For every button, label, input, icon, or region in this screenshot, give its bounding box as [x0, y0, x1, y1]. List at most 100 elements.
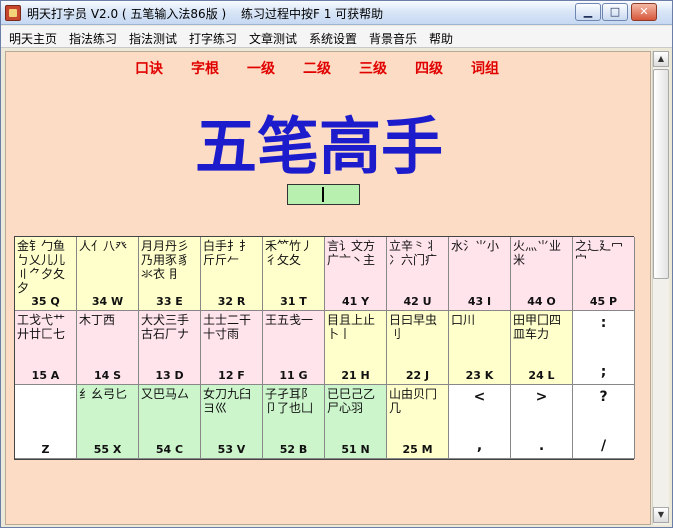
menu-help[interactable]: 帮助 [429, 30, 453, 47]
nav-level-2[interactable]: 二级 [303, 58, 331, 78]
key-roots: 立辛⺀丬冫六门疒 [389, 239, 438, 267]
key-code: 55 X [93, 443, 122, 456]
key-code: 45 P [589, 295, 618, 308]
key-code: 35 Q [31, 295, 60, 308]
menu-home[interactable]: 明天主页 [9, 30, 57, 47]
main-panel: 口诀 字根 一级 二级 三级 四级 词组 五笔高手 金钅勹鱼ㄅ乂儿儿〢⺈夕夂夕 3… [5, 51, 651, 525]
key-row3-2[interactable]: 又巴马厶 54 C [139, 385, 201, 459]
key-row1-7[interactable]: 水氵⺌小 43 I [449, 237, 511, 311]
key-code: 14 S [93, 369, 122, 382]
key-row3-5[interactable]: 已巳己乙尸心羽 51 N [325, 385, 387, 459]
key-roots: 口川 [451, 313, 476, 327]
text-caret [322, 187, 324, 202]
key-row2-0[interactable]: 工戈弋艹廾廿匚七 15 A [15, 311, 77, 385]
key-row2-7[interactable]: 口川 23 K [449, 311, 511, 385]
key-code: Z [41, 443, 50, 456]
key-code: 51 N [341, 443, 370, 456]
key-roots: 又巴马厶 [141, 387, 190, 401]
key-roots: 纟幺弓匕 [79, 387, 128, 401]
maximize-button[interactable]: □ [602, 3, 628, 21]
key-row2-9[interactable]: :; [573, 311, 635, 385]
key-row2-5[interactable]: 目且上止卜丨 21 H [325, 311, 387, 385]
key-row1-6[interactable]: 立辛⺀丬冫六门疒 42 U [387, 237, 449, 311]
key-row2-2[interactable]: 大犬三手古石厂ナ 13 D [139, 311, 201, 385]
menu-typing-practice[interactable]: 打字练习 [189, 30, 237, 47]
key-code: 41 Y [341, 295, 370, 308]
help-tip: 练习过程中按F 1 可获帮助 [241, 7, 384, 21]
key-code: 13 D [155, 369, 184, 382]
scroll-thumb[interactable] [653, 69, 669, 279]
title-bar[interactable]: 明天打字员 V2.0 ( 五笔输入法86版 ) 练习过程中按F 1 可获帮助 ▁… [1, 1, 672, 25]
key-row1-8[interactable]: 火灬⺌业米 44 O [511, 237, 573, 311]
key-roots: 禾⺮竹丿彳攵夂 [265, 239, 314, 267]
key-row3-6[interactable]: 山由贝冂几 25 M [387, 385, 449, 459]
menu-article-test[interactable]: 文章测试 [249, 30, 297, 47]
key-row3-4[interactable]: 子孑耳阝卩了也凵 52 B [263, 385, 325, 459]
scroll-up-button[interactable]: ▲ [653, 51, 669, 67]
key-code: 22 J [405, 369, 430, 382]
key-code: 44 O [527, 295, 556, 308]
key-code: 34 W [91, 295, 124, 308]
key-row2-1[interactable]: 木丁西 14 S [77, 311, 139, 385]
key-code: 23 K [465, 369, 494, 382]
close-button[interactable]: ✕ [631, 3, 657, 21]
key-roots: 目且上止卜丨 [327, 313, 376, 341]
key-roots: 工戈弋艹廾廿匚七 [17, 313, 66, 341]
key-symbol-shift: ? [599, 389, 608, 405]
key-code: 15 A [31, 369, 60, 382]
key-roots: 水氵⺌小 [451, 239, 500, 253]
nav-zigen[interactable]: 字根 [191, 58, 219, 78]
menu-settings[interactable]: 系统设置 [309, 30, 357, 47]
nav-phrases[interactable]: 词组 [471, 58, 499, 78]
key-code: 12 F [218, 369, 245, 382]
menu-bar: 明天主页 指法练习 指法测试 打字练习 文章测试 系统设置 背景音乐 帮助 [1, 26, 672, 48]
key-row1-4[interactable]: 禾⺮竹丿彳攵夂 31 T [263, 237, 325, 311]
key-row1-5[interactable]: 言讠文方广亠丶主 41 Y [325, 237, 387, 311]
menu-background-music[interactable]: 背景音乐 [369, 30, 417, 47]
key-row3-1[interactable]: 纟幺弓匕 55 X [77, 385, 139, 459]
key-row1-2[interactable]: 月月丹彡乃用豕豸氺衣 ⺝ 33 E [139, 237, 201, 311]
key-row3-7[interactable]: <, [449, 385, 511, 459]
wubi-keyboard: 金钅勹鱼ㄅ乂儿儿〢⺈夕夂夕 35 Q 人亻八癶 34 W 月月丹彡乃用豕豸氺衣 ⺝ 33 … [14, 236, 635, 460]
key-row2-6[interactable]: 日曰早虫刂 22 J [387, 311, 449, 385]
vertical-scrollbar[interactable]: ▲ ▼ [652, 51, 669, 525]
key-row1-0[interactable]: 金钅勹鱼ㄅ乂儿儿〢⺈夕夂夕 35 Q [15, 237, 77, 311]
menu-fingering-practice[interactable]: 指法练习 [69, 30, 117, 47]
key-symbol-shift: < [473, 389, 486, 405]
window-title: 明天打字员 V2.0 ( 五笔输入法86版 ) [27, 7, 227, 21]
minimize-button[interactable]: ▁ [575, 3, 601, 21]
key-symbol-shift: : [600, 315, 607, 331]
key-roots: 木丁西 [79, 313, 116, 327]
key-code: 52 B [279, 443, 308, 456]
key-row3-0[interactable]: Z [15, 385, 77, 459]
nav-level-4[interactable]: 四级 [415, 58, 443, 78]
nav-koujue[interactable]: 口诀 [135, 58, 163, 78]
app-icon[interactable] [5, 5, 21, 21]
scroll-down-button[interactable]: ▼ [653, 507, 669, 523]
key-roots: 田甲囗四皿车力 [513, 313, 562, 341]
key-code: 42 U [403, 295, 432, 308]
key-row3-8[interactable]: >. [511, 385, 573, 459]
key-roots: 日曰早虫刂 [389, 313, 438, 341]
key-row3-9[interactable]: ? / [573, 385, 635, 459]
key-roots: 白手扌⺘斤斤𠂉 [203, 239, 252, 267]
key-roots: 言讠文方广亠丶主 [327, 239, 376, 267]
key-row2-8[interactable]: 田甲囗四皿车力 24 L [511, 311, 573, 385]
key-row1-1[interactable]: 人亻八癶 34 W [77, 237, 139, 311]
nav-level-3[interactable]: 三级 [359, 58, 387, 78]
menu-fingering-test[interactable]: 指法测试 [129, 30, 177, 47]
key-row1-9[interactable]: 之辶廴冖宀 45 P [573, 237, 635, 311]
key-code: 21 H [341, 369, 370, 382]
key-row1-3[interactable]: 白手扌⺘斤斤𠂉 32 R [201, 237, 263, 311]
key-row2-4[interactable]: 王五戋一 11 G [263, 311, 325, 385]
key-symbol: / [600, 438, 607, 454]
key-row3-3[interactable]: 女刀九臼ヨ巛 53 V [201, 385, 263, 459]
key-symbol-shift: > [535, 389, 548, 405]
key-roots: 土士二干十寸雨 [203, 313, 252, 341]
nav-level-1[interactable]: 一级 [247, 58, 275, 78]
key-row2-3[interactable]: 土士二干十寸雨 12 F [201, 311, 263, 385]
key-roots: 王五戋一 [265, 313, 314, 327]
typing-input[interactable] [287, 184, 360, 205]
key-symbol: . [538, 438, 545, 454]
key-roots: 山由贝冂几 [389, 387, 438, 415]
